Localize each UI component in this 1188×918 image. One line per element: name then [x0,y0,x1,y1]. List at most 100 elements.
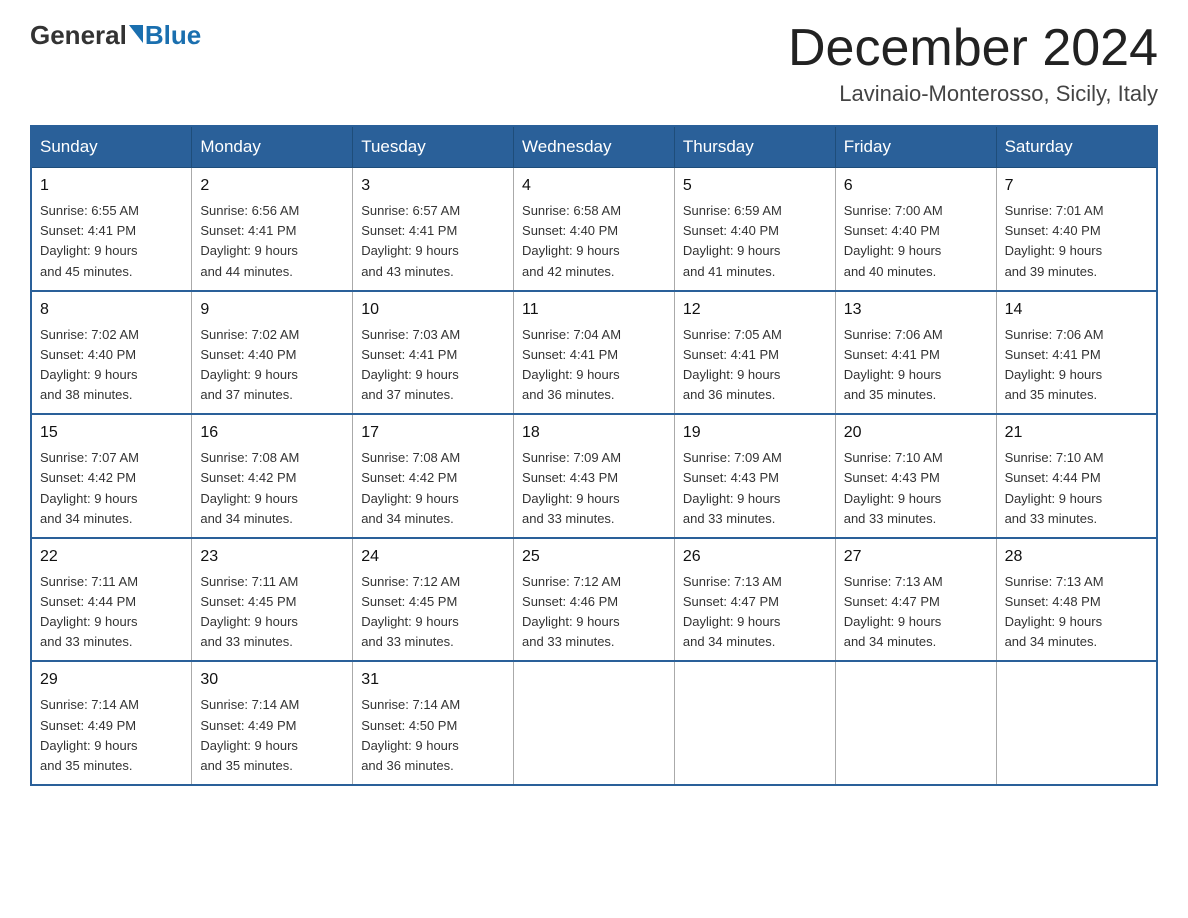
day-number: 15 [40,421,183,445]
day-number: 7 [1005,174,1148,198]
sunset-label: Sunset: 4:41 PM [1005,347,1101,362]
daylight-label: Daylight: 9 hoursand 35 minutes. [844,367,942,402]
day-info: Sunrise: 7:06 AM Sunset: 4:41 PM Dayligh… [1005,325,1148,406]
page-header: General Blue December 2024 Lavinaio-Mont… [30,20,1158,107]
table-row: 23 Sunrise: 7:11 AM Sunset: 4:45 PM Dayl… [192,538,353,662]
day-info: Sunrise: 7:05 AM Sunset: 4:41 PM Dayligh… [683,325,827,406]
day-number: 16 [200,421,344,445]
day-info: Sunrise: 7:12 AM Sunset: 4:45 PM Dayligh… [361,572,505,653]
day-number: 2 [200,174,344,198]
daylight-label: Daylight: 9 hoursand 40 minutes. [844,243,942,278]
table-row: 15 Sunrise: 7:07 AM Sunset: 4:42 PM Dayl… [31,414,192,538]
sunrise-label: Sunrise: 7:09 AM [683,450,782,465]
sunset-label: Sunset: 4:43 PM [844,470,940,485]
day-info: Sunrise: 7:09 AM Sunset: 4:43 PM Dayligh… [683,448,827,529]
sunset-label: Sunset: 4:41 PM [40,223,136,238]
sunrise-label: Sunrise: 7:14 AM [40,697,139,712]
day-info: Sunrise: 6:59 AM Sunset: 4:40 PM Dayligh… [683,201,827,282]
sunrise-label: Sunrise: 6:56 AM [200,203,299,218]
daylight-label: Daylight: 9 hoursand 34 minutes. [40,491,138,526]
table-row: 18 Sunrise: 7:09 AM Sunset: 4:43 PM Dayl… [514,414,675,538]
day-number: 20 [844,421,988,445]
sunset-label: Sunset: 4:40 PM [522,223,618,238]
day-info: Sunrise: 7:13 AM Sunset: 4:47 PM Dayligh… [844,572,988,653]
table-row: 16 Sunrise: 7:08 AM Sunset: 4:42 PM Dayl… [192,414,353,538]
day-info: Sunrise: 7:02 AM Sunset: 4:40 PM Dayligh… [40,325,183,406]
table-row [674,661,835,785]
day-info: Sunrise: 7:12 AM Sunset: 4:46 PM Dayligh… [522,572,666,653]
sunrise-label: Sunrise: 6:55 AM [40,203,139,218]
sunrise-label: Sunrise: 7:09 AM [522,450,621,465]
day-number: 19 [683,421,827,445]
day-number: 6 [844,174,988,198]
sunrise-label: Sunrise: 7:06 AM [844,327,943,342]
daylight-label: Daylight: 9 hoursand 33 minutes. [40,614,138,649]
day-number: 31 [361,668,505,692]
sunrise-label: Sunrise: 6:57 AM [361,203,460,218]
sunset-label: Sunset: 4:46 PM [522,594,618,609]
sunrise-label: Sunrise: 7:13 AM [844,574,943,589]
logo: General Blue [30,20,201,51]
location-subtitle: Lavinaio-Monterosso, Sicily, Italy [788,81,1158,107]
daylight-label: Daylight: 9 hoursand 34 minutes. [1005,614,1103,649]
day-info: Sunrise: 7:02 AM Sunset: 4:40 PM Dayligh… [200,325,344,406]
sunrise-label: Sunrise: 7:04 AM [522,327,621,342]
daylight-label: Daylight: 9 hoursand 39 minutes. [1005,243,1103,278]
daylight-label: Daylight: 9 hoursand 33 minutes. [683,491,781,526]
daylight-label: Daylight: 9 hoursand 34 minutes. [844,614,942,649]
day-info: Sunrise: 7:11 AM Sunset: 4:44 PM Dayligh… [40,572,183,653]
sunset-label: Sunset: 4:48 PM [1005,594,1101,609]
table-row: 3 Sunrise: 6:57 AM Sunset: 4:41 PM Dayli… [353,168,514,291]
day-info: Sunrise: 7:14 AM Sunset: 4:49 PM Dayligh… [40,695,183,776]
sunset-label: Sunset: 4:42 PM [361,470,457,485]
table-row: 6 Sunrise: 7:00 AM Sunset: 4:40 PM Dayli… [835,168,996,291]
table-row: 9 Sunrise: 7:02 AM Sunset: 4:40 PM Dayli… [192,291,353,415]
sunset-label: Sunset: 4:40 PM [1005,223,1101,238]
day-info: Sunrise: 7:01 AM Sunset: 4:40 PM Dayligh… [1005,201,1148,282]
daylight-label: Daylight: 9 hoursand 35 minutes. [40,738,138,773]
day-info: Sunrise: 7:09 AM Sunset: 4:43 PM Dayligh… [522,448,666,529]
col-thursday: Thursday [674,126,835,168]
table-row: 27 Sunrise: 7:13 AM Sunset: 4:47 PM Dayl… [835,538,996,662]
table-row: 28 Sunrise: 7:13 AM Sunset: 4:48 PM Dayl… [996,538,1157,662]
table-row: 5 Sunrise: 6:59 AM Sunset: 4:40 PM Dayli… [674,168,835,291]
day-number: 17 [361,421,505,445]
table-row: 10 Sunrise: 7:03 AM Sunset: 4:41 PM Dayl… [353,291,514,415]
sunset-label: Sunset: 4:44 PM [1005,470,1101,485]
daylight-label: Daylight: 9 hoursand 35 minutes. [1005,367,1103,402]
day-info: Sunrise: 7:08 AM Sunset: 4:42 PM Dayligh… [200,448,344,529]
sunset-label: Sunset: 4:43 PM [683,470,779,485]
daylight-label: Daylight: 9 hoursand 33 minutes. [361,614,459,649]
sunrise-label: Sunrise: 7:12 AM [522,574,621,589]
sunset-label: Sunset: 4:40 PM [40,347,136,362]
sunrise-label: Sunrise: 7:03 AM [361,327,460,342]
sunset-label: Sunset: 4:47 PM [844,594,940,609]
table-row: 19 Sunrise: 7:09 AM Sunset: 4:43 PM Dayl… [674,414,835,538]
calendar-header-row: Sunday Monday Tuesday Wednesday Thursday… [31,126,1157,168]
day-number: 25 [522,545,666,569]
daylight-label: Daylight: 9 hoursand 37 minutes. [200,367,298,402]
calendar-week-row: 15 Sunrise: 7:07 AM Sunset: 4:42 PM Dayl… [31,414,1157,538]
logo-blue-text: Blue [145,20,201,51]
day-info: Sunrise: 6:57 AM Sunset: 4:41 PM Dayligh… [361,201,505,282]
col-monday: Monday [192,126,353,168]
table-row: 24 Sunrise: 7:12 AM Sunset: 4:45 PM Dayl… [353,538,514,662]
daylight-label: Daylight: 9 hoursand 33 minutes. [522,491,620,526]
day-number: 13 [844,298,988,322]
day-info: Sunrise: 7:07 AM Sunset: 4:42 PM Dayligh… [40,448,183,529]
sunset-label: Sunset: 4:40 PM [844,223,940,238]
sunrise-label: Sunrise: 7:08 AM [361,450,460,465]
sunrise-label: Sunrise: 7:06 AM [1005,327,1104,342]
calendar-table: Sunday Monday Tuesday Wednesday Thursday… [30,125,1158,786]
sunset-label: Sunset: 4:42 PM [40,470,136,485]
sunrise-label: Sunrise: 7:08 AM [200,450,299,465]
sunset-label: Sunset: 4:41 PM [844,347,940,362]
table-row: 20 Sunrise: 7:10 AM Sunset: 4:43 PM Dayl… [835,414,996,538]
daylight-label: Daylight: 9 hoursand 35 minutes. [200,738,298,773]
calendar-week-row: 29 Sunrise: 7:14 AM Sunset: 4:49 PM Dayl… [31,661,1157,785]
day-number: 28 [1005,545,1148,569]
daylight-label: Daylight: 9 hoursand 38 minutes. [40,367,138,402]
day-number: 24 [361,545,505,569]
sunset-label: Sunset: 4:45 PM [361,594,457,609]
day-number: 22 [40,545,183,569]
